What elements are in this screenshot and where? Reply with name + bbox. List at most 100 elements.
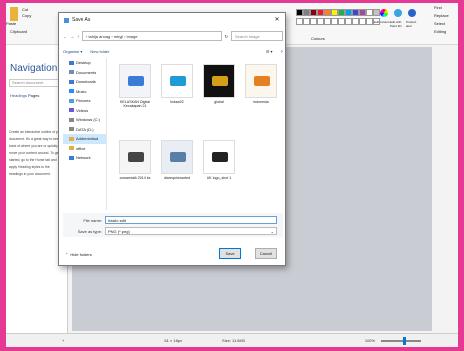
tab-headings[interactable]: Headings [10, 93, 27, 98]
replace-label[interactable]: Replace [434, 13, 449, 18]
file-item[interactable]: global [199, 62, 239, 120]
folder-icon [69, 127, 74, 132]
colour-swatch-empty[interactable] [352, 18, 359, 25]
tree-item-label: DATA (D:) [76, 126, 94, 132]
folder-icon [69, 117, 74, 122]
colour-swatch[interactable] [338, 9, 345, 16]
tree-item[interactable]: Documents [63, 68, 106, 78]
colour-palette[interactable] [296, 9, 386, 33]
paint3d-icon[interactable] [394, 9, 402, 17]
file-item[interactable]: UK logo_shot 1 [199, 138, 239, 196]
back-arrow-icon[interactable]: ← [63, 34, 67, 39]
file-name: cowarntalk 2014 ks [119, 176, 151, 180]
forward-arrow-icon[interactable]: → [70, 34, 74, 39]
edit-colours-icon[interactable] [380, 9, 388, 17]
dialog-search-input[interactable]: Search image [231, 31, 283, 41]
navigation-help-text: Create an interactive outline of your do… [9, 130, 63, 176]
colour-swatch[interactable] [352, 9, 359, 16]
colour-swatch-empty[interactable] [331, 18, 338, 25]
product-alert-icon[interactable] [408, 9, 416, 17]
hide-folders-link[interactable]: Hide folders [70, 252, 91, 257]
tree-item-label: Music [76, 88, 87, 94]
cancel-button[interactable]: Cancel [255, 248, 277, 259]
tree-item[interactable]: Desktop [63, 58, 106, 68]
select-label[interactable]: Select [434, 21, 445, 26]
file-name: global [214, 100, 224, 104]
colour-swatch-empty[interactable] [310, 18, 317, 25]
colour-swatch[interactable] [296, 9, 303, 16]
zoom-readout: 100% [364, 338, 376, 343]
file-item[interactable]: Indaw02 [157, 62, 197, 120]
paste-label[interactable]: Paste [6, 21, 16, 26]
tree-item[interactable]: Addnminitud [63, 134, 106, 144]
help-icon[interactable]: ? [281, 49, 283, 54]
find-label[interactable]: Find [434, 5, 442, 10]
add-icon[interactable]: + [62, 338, 64, 343]
colour-swatch[interactable] [303, 9, 310, 16]
colour-swatch[interactable] [345, 9, 352, 16]
tab-pages[interactable]: Pages [28, 93, 39, 98]
colour-swatch-empty[interactable] [366, 18, 373, 25]
chevron-up-icon[interactable]: ⌃ [65, 252, 68, 257]
paint3d-label[interactable]: Edit with Paint 3D [390, 20, 406, 28]
colour-swatch[interactable] [366, 9, 373, 16]
tree-item-label: office [76, 145, 86, 151]
file-name: indonesia [253, 100, 269, 104]
zoom-slider[interactable] [381, 336, 422, 345]
new-folder-button[interactable]: New folder [90, 49, 109, 54]
colour-swatch-empty[interactable] [303, 18, 310, 25]
edit-colours-label[interactable]: Edit colours [374, 20, 390, 24]
thumbnail-graphic [170, 76, 186, 86]
colours-group-label: Colours [311, 36, 325, 41]
save-button[interactable]: Save [219, 248, 241, 259]
folder-icon [69, 89, 74, 94]
tree-item[interactable]: DATA (D:) [63, 125, 106, 135]
tree-item[interactable]: Windows (C:) [63, 115, 106, 125]
tree-item-label: Desktop [76, 60, 91, 66]
colour-swatch-empty[interactable] [296, 18, 303, 25]
copy-label[interactable]: Copy [22, 13, 31, 18]
colour-swatch[interactable] [317, 9, 324, 16]
colour-swatch[interactable] [324, 9, 331, 16]
tree-item[interactable]: Pictures [63, 96, 106, 106]
filename-input[interactable]: hasilo edit [105, 216, 277, 224]
tree-item[interactable]: Downloads [63, 77, 106, 87]
file-thumbnail-icon [203, 64, 235, 98]
colour-swatch-empty[interactable] [317, 18, 324, 25]
colour-swatch-empty[interactable] [324, 18, 331, 25]
save-fields: File name: hasilo edit Save as type: PNG… [63, 213, 283, 237]
navigation-search-input[interactable]: Search document [9, 79, 63, 87]
file-item[interactable]: KELASKAN Digital Kecakapan 21 [115, 62, 155, 120]
cut-label[interactable]: Cut [22, 7, 28, 12]
dialog-title: Save As [72, 17, 91, 23]
save-type-select[interactable]: PNG (*.png) ⌄ [105, 227, 277, 235]
file-item[interactable]: indonesia [241, 62, 281, 120]
product-alert-label[interactable]: Product alert [406, 20, 422, 28]
organise-button[interactable]: Organise ▾ [63, 49, 82, 54]
folder-icon [69, 70, 74, 75]
file-item[interactable]: diarequiresarted [157, 138, 197, 196]
refresh-icon[interactable]: ↻ [225, 34, 228, 39]
colour-swatch-empty[interactable] [338, 18, 345, 25]
colour-swatch[interactable] [331, 9, 338, 16]
file-grid: KELASKAN Digital Kecakapan 21 Indaw02 glob… [111, 58, 283, 210]
dialog-titlebar: Save As ✕ [59, 13, 285, 27]
tree-item[interactable]: Music [63, 87, 106, 97]
tree-item[interactable]: office [63, 144, 106, 154]
colour-swatch[interactable] [359, 9, 366, 16]
view-options-icon[interactable]: ☰ ▾ [266, 49, 273, 54]
dialog-footer: ⌃ Hide folders Save Cancel [59, 243, 285, 265]
up-arrow-icon[interactable]: ↑ [77, 34, 79, 39]
paste-icon[interactable] [10, 7, 18, 21]
colour-swatch-empty[interactable] [359, 18, 366, 25]
file-item[interactable]: cowarntalk 2014 ks [115, 138, 155, 196]
colour-swatch-empty[interactable] [345, 18, 352, 25]
close-icon[interactable]: ✕ [271, 15, 283, 25]
colour-swatch[interactable] [310, 9, 317, 16]
tree-item[interactable]: Network [63, 153, 106, 163]
tree-item[interactable]: Videos [63, 106, 106, 116]
path-breadcrumb[interactable]: › tahija anuag › mbyji › image [82, 31, 222, 41]
paint-app-icon [64, 17, 69, 23]
file-thumbnail-icon [245, 64, 277, 98]
colour-swatch[interactable] [373, 9, 380, 16]
